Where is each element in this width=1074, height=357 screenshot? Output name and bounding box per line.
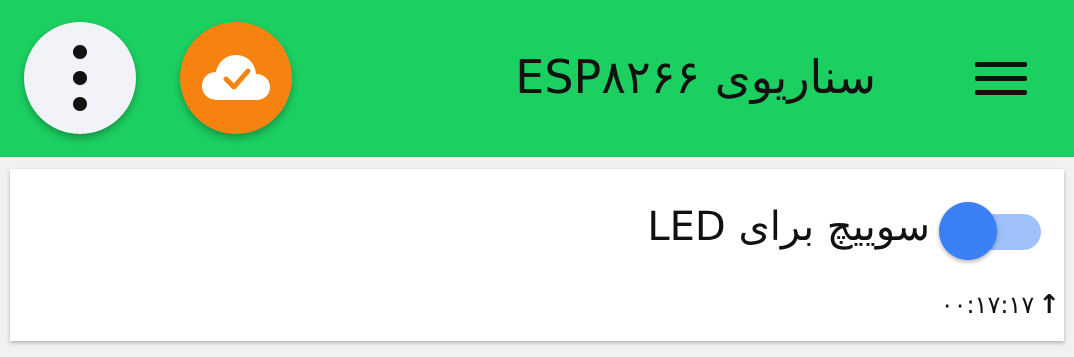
- cloud-check-icon: [202, 55, 270, 100]
- menu-line: [975, 76, 1027, 81]
- app-screen: سناریوی ESP۸۲۶۶ سوییچ برای LED ↑۰۰:۱۷:۱۷: [0, 0, 1074, 357]
- toggle-knob: [939, 202, 997, 260]
- more-options-button[interactable]: [24, 22, 136, 134]
- led-toggle-switch[interactable]: [937, 202, 1045, 262]
- menu-line: [975, 90, 1027, 95]
- cloud-sync-button[interactable]: [180, 22, 292, 134]
- arrow-up-icon: ↑: [1038, 290, 1060, 320]
- menu-line: [975, 62, 1027, 67]
- last-update-status: ↑۰۰:۱۷:۱۷: [941, 287, 1060, 323]
- more-vertical-icon-dot: [73, 71, 87, 85]
- page-title: سناریوی ESP۸۲۶۶: [515, 50, 876, 104]
- switch-label: سوییچ برای LED: [647, 204, 930, 250]
- more-vertical-icon-dot: [73, 97, 87, 111]
- led-switch-card: سوییچ برای LED ↑۰۰:۱۷:۱۷: [10, 169, 1064, 341]
- more-vertical-icon: [73, 45, 87, 59]
- last-update-time: ۰۰:۱۷:۱۷: [940, 291, 1035, 319]
- app-bar: سناریوی ESP۸۲۶۶: [0, 0, 1074, 157]
- hamburger-menu-icon[interactable]: [972, 58, 1030, 98]
